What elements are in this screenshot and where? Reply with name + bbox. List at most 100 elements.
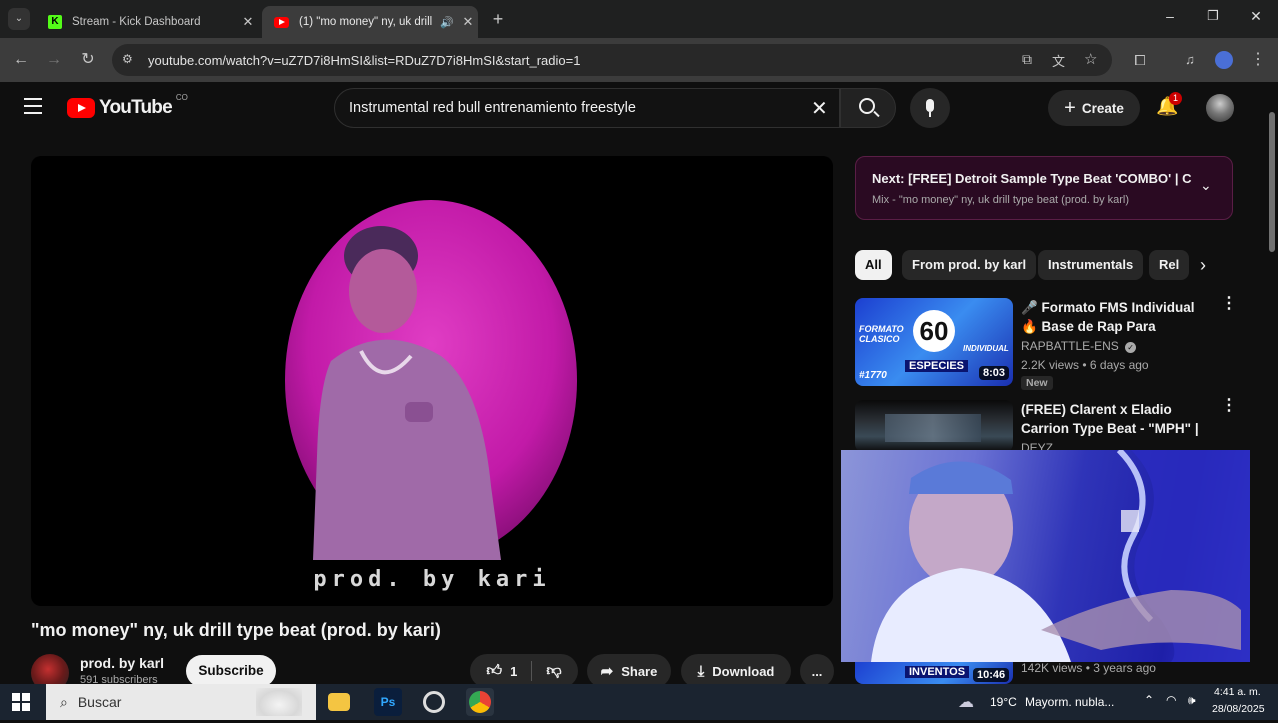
recommendation-thumbnail[interactable] [855, 400, 1013, 452]
page-scrollbar[interactable] [1266, 82, 1278, 684]
recommendation-thumbnail[interactable]: INVENTOS 10:46 [855, 660, 1013, 684]
verified-check-icon: ✓ [1125, 342, 1137, 353]
menu-dots-icon[interactable]: ⋮ [1246, 48, 1270, 72]
chip-related[interactable]: Rel [1149, 250, 1189, 280]
clock-date[interactable]: 28/08/2025 [1212, 703, 1265, 715]
recommendation-title[interactable]: 🎤 Formato FMS Individual 🔥 Base de Rap P… [1021, 298, 1211, 336]
recommendation-title[interactable]: (FREE) Clarent x Eladio Carrion Type Bea… [1021, 400, 1211, 438]
next-video-label: Next: [FREE] Detroit Sample Type Beat 'C… [872, 171, 1192, 186]
recommendation-item[interactable]: INVENTOS 10:46 142K views • 3 years ago [855, 660, 1235, 684]
channel-name[interactable]: prod. by karl [80, 655, 164, 671]
create-button[interactable]: + Create [1048, 90, 1140, 126]
recommendation-item[interactable]: (FREE) Clarent x Eladio Carrion Type Bea… [855, 398, 1237, 455]
recommendation-thumbnail[interactable]: FORMATO CLASICO 60 INDIVIDUAL ESPECIES #… [855, 298, 1013, 386]
notifications-button[interactable]: 🔔 1 [1156, 92, 1183, 120]
chip-all[interactable]: All [855, 250, 892, 280]
search-box[interactable]: Instrumental red bull entrenamiento free… [334, 88, 840, 128]
weather-desc[interactable]: Mayorm. nubla... [1025, 695, 1114, 709]
file-explorer-icon[interactable] [328, 693, 350, 711]
youtube-wordmark: YouTube [99, 97, 173, 118]
up-next-mix-card[interactable]: Next: [FREE] Detroit Sample Type Beat 'C… [855, 156, 1233, 220]
subscribe-button[interactable]: Subscribe [186, 655, 276, 687]
tab-title: Stream - Kick Dashboard [72, 16, 201, 28]
new-badge: New [1021, 376, 1053, 390]
country-code: CO [175, 93, 188, 102]
duration-badge: 8:03 [979, 366, 1010, 380]
voice-search-button[interactable] [910, 88, 950, 128]
recommendation-item[interactable]: FORMATO CLASICO 60 INDIVIDUAL ESPECIES #… [855, 296, 1237, 393]
search-input[interactable]: Instrumental red bull entrenamiento free… [349, 100, 636, 116]
more-vert-icon[interactable]: ⋮ [1221, 296, 1237, 312]
restore-button[interactable]: ❐ [1203, 8, 1223, 28]
address-bar[interactable]: ⚙ youtube.com/watch?v=uZ7D7i8HmSI&list=R… [112, 44, 1112, 76]
share-button[interactable]: ➦ Share [587, 654, 671, 688]
tab-search-dropdown[interactable]: ⌄ [8, 8, 30, 30]
close-tab-icon[interactable]: ✕ [458, 14, 478, 30]
close-window-button[interactable]: ✕ [1246, 8, 1266, 28]
like-count[interactable]: 1 [510, 664, 517, 679]
clock-time[interactable]: 4:41 a. m. [1214, 686, 1261, 698]
video-player[interactable]: prod. by kari [31, 156, 833, 606]
webcam-overlay [841, 450, 1250, 662]
audio-playing-icon[interactable]: 🔊 [440, 16, 458, 29]
obs-icon[interactable] [420, 688, 448, 716]
thumbnail-caption: prod. by kari [313, 567, 551, 592]
download-button[interactable]: ⤓ Download [681, 654, 791, 688]
clear-search-icon[interactable]: ✕ [811, 96, 828, 121]
site-info-icon[interactable]: ⚙ [122, 52, 133, 66]
more-actions-button[interactable]: ... [800, 654, 834, 688]
tab-kick-dashboard[interactable]: K Stream - Kick Dashboard ✕ [36, 6, 258, 38]
webcam-person-image [871, 450, 1250, 662]
windows-start-icon[interactable] [12, 693, 30, 711]
volume-icon[interactable]: 🕪 [1188, 693, 1196, 708]
forward-arrow-icon[interactable]: → [42, 48, 66, 72]
weather-icon[interactable]: ☁ [958, 692, 974, 712]
media-control-icon[interactable]: ♫ [1178, 48, 1202, 72]
notification-badge: 1 [1169, 92, 1183, 105]
extensions-icon[interactable]: ⧠ [1128, 48, 1152, 72]
thumb-number: 60 [913, 310, 955, 352]
youtube-icon [274, 16, 289, 28]
reload-icon[interactable]: ↻ [76, 48, 100, 72]
download-icon: ⤓ [697, 662, 705, 680]
bookmark-star-icon[interactable]: ☆ [1084, 50, 1097, 68]
search-icon: ⌕ [60, 693, 68, 710]
youtube-logo[interactable]: YouTube CO [67, 93, 188, 119]
search-button[interactable] [840, 88, 896, 128]
taskbar-search-box[interactable]: ⌕ Buscar [46, 684, 316, 720]
youtube-play-icon [67, 98, 95, 118]
tray-chevron-icon[interactable]: ⌃ [1144, 693, 1154, 707]
close-tab-icon[interactable]: ✕ [238, 14, 258, 30]
account-avatar[interactable] [1206, 94, 1234, 122]
new-tab-button[interactable]: + [488, 8, 508, 30]
scrollbar-thumb[interactable] [1269, 112, 1275, 252]
download-label: Download [712, 663, 775, 679]
channel-name-text: RAPBATTLE-ENS [1021, 339, 1119, 353]
photoshop-icon[interactable]: Ps [374, 688, 402, 716]
hamburger-menu-icon[interactable] [24, 98, 42, 114]
back-arrow-icon[interactable]: ← [9, 48, 33, 72]
minimize-button[interactable]: – [1160, 8, 1180, 28]
create-label: Create [1081, 100, 1124, 116]
more-vert-icon[interactable]: ⋮ [1221, 398, 1237, 414]
youtube-header: YouTube CO Instrumental red bull entrena… [0, 82, 1278, 134]
url-text[interactable]: youtube.com/watch?v=uZ7D7i8HmSI&list=RDu… [148, 53, 580, 68]
thumbs-down-icon[interactable]: 👎︎ [546, 662, 561, 680]
wifi-icon[interactable]: ◠ [1166, 693, 1176, 707]
browser-tab-bar: ⌄ K Stream - Kick Dashboard ✕ (1) "mo mo… [0, 0, 1278, 38]
thumb-text-formato: FORMATO CLASICO [859, 324, 904, 344]
chip-from-channel[interactable]: From prod. by karl [902, 250, 1037, 280]
chrome-icon[interactable] [466, 688, 494, 716]
chevron-right-icon[interactable]: › [1200, 255, 1206, 276]
translate-icon[interactable]: 文 [1052, 51, 1065, 70]
chevron-down-icon[interactable]: ⌄ [1200, 177, 1212, 194]
weather-temp[interactable]: 19°C [990, 695, 1017, 709]
chip-instrumentals[interactable]: Instrumentals [1038, 250, 1144, 280]
profile-icon[interactable] [1212, 48, 1236, 72]
thumbs-up-icon[interactable]: 👍︎ [486, 662, 502, 680]
browser-toolbar: ← → ↻ ⚙ youtube.com/watch?v=uZ7D7i8HmSI&… [0, 38, 1278, 82]
install-app-icon[interactable]: ⧉ [1022, 51, 1032, 68]
search-highlight-bird-image [256, 688, 302, 716]
tab-youtube-video[interactable]: (1) "mo money" ny, uk drill 🔊 ✕ [262, 6, 478, 38]
recommendation-channel[interactable]: RAPBATTLE-ENS ✓ [1021, 339, 1137, 353]
